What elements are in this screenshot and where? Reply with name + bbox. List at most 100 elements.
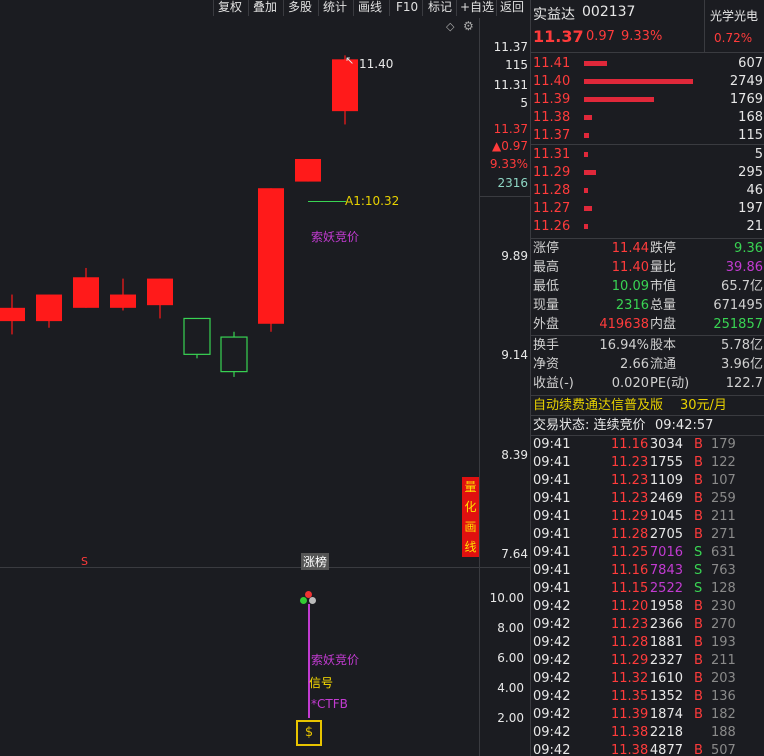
tick-side: B: [694, 599, 703, 614]
money-bag-icon[interactable]: $: [296, 720, 322, 746]
diamond-icon[interactable]: ◇: [446, 20, 454, 33]
candle-body: [0, 307, 25, 322]
tick-count: 203: [711, 671, 736, 686]
trade-status: 交易状态: 连续竞价 09:42:57: [531, 416, 764, 435]
toolbar-zixuan-button[interactable]: +自选: [460, 0, 494, 16]
tick-row: 09:42 11.29 2327 B 211: [531, 652, 764, 670]
bid-row[interactable]: 11.29 295: [531, 164, 764, 182]
tick-price: 11.38: [611, 725, 649, 740]
promo-text: 自动续费通达信普及版: [533, 398, 664, 413]
tick-time: 09:42: [533, 653, 571, 668]
tick-count: 128: [711, 581, 736, 596]
tick-price: 11.25: [611, 545, 649, 560]
bid-vol: 46: [746, 183, 763, 198]
toolbar-f10-button[interactable]: F10: [396, 0, 418, 16]
tick-row: 09:41 11.16 3034 B 179: [531, 436, 764, 454]
bid-price: 11.27: [533, 201, 571, 216]
candle[interactable]: [295, 158, 321, 182]
tick-vol: 1958: [649, 599, 683, 614]
axis-info-price: 11.37: [493, 122, 528, 136]
promo-price: 30元/月: [680, 398, 727, 413]
sub-tag-suoyao: 索妖竞价: [311, 653, 360, 667]
sub-axis-2: 2.00: [497, 711, 524, 725]
bid-bar: [584, 206, 592, 211]
candle[interactable]: [0, 294, 25, 335]
candle-body: [295, 158, 321, 182]
signal-line: [308, 604, 310, 718]
tick-vol: 7843: [649, 563, 683, 578]
toolbar-fuquan-button[interactable]: 复权: [218, 0, 242, 16]
tick-vol: 4877: [649, 743, 683, 756]
toolbar-biaoji-button[interactable]: 标记: [428, 0, 452, 16]
tick-vol: 2522: [649, 581, 683, 596]
tick-vol: 2327: [649, 653, 683, 668]
tick-row: 09:41 11.23 1755 B 122: [531, 454, 764, 472]
candle[interactable]: [258, 188, 284, 332]
tick-row: 09:42 11.28 1881 B 193: [531, 634, 764, 652]
ask-row[interactable]: 11.37 115: [531, 127, 764, 145]
ask-row[interactable]: 11.39 1769: [531, 91, 764, 109]
candle[interactable]: [183, 317, 211, 359]
candle-body: [258, 188, 284, 324]
axis-level-8-39: 8.39: [501, 448, 528, 462]
bid-row[interactable]: 11.31 5: [531, 146, 764, 164]
gear-icon[interactable]: ⚙: [463, 19, 474, 33]
ask-row[interactable]: 11.40 2749: [531, 73, 764, 91]
tick-vol: 1610: [649, 671, 683, 686]
tick-price: 11.15: [611, 581, 649, 596]
ask-row[interactable]: 11.38 168: [531, 109, 764, 127]
bid-row[interactable]: 11.28 46: [531, 182, 764, 200]
tick-vol: 2705: [649, 527, 683, 542]
lianghua-huaxian-button[interactable]: 量 化 画 线: [462, 477, 479, 557]
tick-count: 270: [711, 617, 736, 632]
candle[interactable]: [110, 278, 136, 311]
sub-axis-10: 10.00: [489, 591, 524, 605]
ask-vol: 115: [738, 128, 763, 143]
toolbar-duogu-button[interactable]: 多股: [288, 0, 312, 16]
candle[interactable]: [220, 331, 248, 377]
tick-row: 09:41 11.25 7016 S 631: [531, 544, 764, 562]
ask-row[interactable]: 11.41 607: [531, 55, 764, 73]
ask-bar: [584, 115, 592, 120]
candle-body: [332, 59, 358, 112]
bid-row[interactable]: 11.26 21: [531, 218, 764, 236]
zhangbang-label[interactable]: 涨榜: [301, 553, 330, 570]
ask-bar: [584, 133, 590, 138]
promo-banner[interactable]: 自动续费通达信普及版 30元/月: [531, 396, 764, 415]
candle[interactable]: [36, 294, 62, 328]
toolbar-fanhui-button[interactable]: 返回: [500, 0, 524, 16]
quote-panel: 实益达 002137 光学光电 11.37 0.97 9.33% 0.72% 1…: [531, 0, 764, 756]
tick-time: 09:41: [533, 473, 571, 488]
sector-name[interactable]: 光学光电: [710, 7, 758, 24]
bid-price: 11.26: [533, 219, 571, 234]
ask-price: 11.38: [533, 110, 571, 125]
bid-vol: 197: [738, 201, 763, 216]
tick-count: 211: [711, 653, 736, 668]
tick-row: 09:41 11.23 2469 B 259: [531, 490, 764, 508]
bid-price: 11.29: [533, 165, 571, 180]
bid-bar: [584, 188, 588, 193]
candle-body: [36, 294, 62, 322]
bid-row[interactable]: 11.27 197: [531, 200, 764, 218]
vtool-char-4: 线: [464, 540, 477, 554]
tick-list[interactable]: 09:41 11.16 3034 B 179 09:41 11.23 1755 B…: [531, 435, 764, 756]
toolbar-tongji-button[interactable]: 统计: [323, 0, 347, 16]
toolbar-diejia-button[interactable]: 叠加: [253, 0, 277, 16]
tick-time: 09:42: [533, 599, 571, 614]
kline-chart[interactable]: [0, 18, 530, 566]
tick-side: B: [694, 455, 703, 470]
bid-bar: [584, 170, 596, 175]
vtool-char-2: 化: [464, 500, 477, 514]
tick-price: 11.38: [611, 743, 649, 756]
toolbar-huaxian-button[interactable]: 画线: [358, 0, 382, 16]
tick-side: B: [694, 491, 703, 506]
tick-count: 230: [711, 599, 736, 614]
tick-vol: 1755: [649, 455, 683, 470]
candle[interactable]: [73, 267, 99, 308]
tick-side: B: [694, 509, 703, 524]
trade-status-label: 交易状态: 连续竞价: [533, 418, 646, 433]
tick-side: B: [694, 707, 703, 722]
ask-bar: [584, 97, 655, 102]
ask-bar: [584, 61, 608, 66]
candle[interactable]: [147, 278, 173, 319]
